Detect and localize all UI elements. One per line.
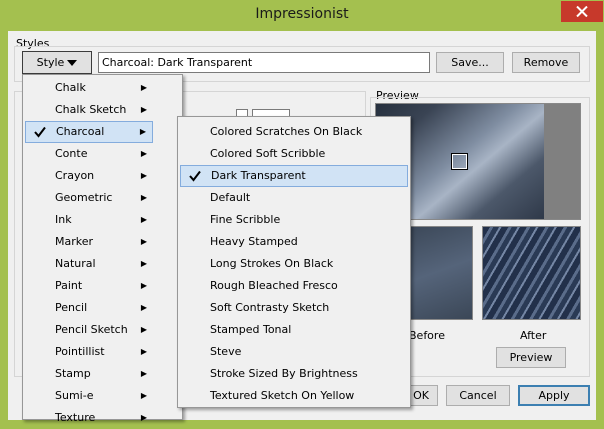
impressionist-window: Impressionist Styles Style Charcoal: Dar… — [0, 0, 604, 424]
after-label: After — [520, 329, 547, 342]
menu-item-paint[interactable]: Paint ▶ — [25, 275, 153, 297]
submenu-item-stamped-tonal[interactable]: Stamped Tonal — [180, 319, 408, 341]
menu-item-chalk-sketch[interactable]: Chalk Sketch ▶ — [25, 99, 153, 121]
save-button[interactable]: Save... — [436, 52, 504, 73]
menu-item-label: Conte — [55, 147, 88, 160]
menu-item-label: Texture — [55, 411, 96, 424]
submenu-item-long-strokes-on-black[interactable]: Long Strokes On Black — [180, 253, 408, 275]
menu-item-charcoal[interactable]: Charcoal ▶ — [25, 121, 153, 143]
menu-item-label: Paint — [55, 279, 83, 292]
submenu-item-rough-bleached-fresco[interactable]: Rough Bleached Fresco — [180, 275, 408, 297]
close-icon — [576, 6, 588, 17]
menu-item-label: Steve — [210, 345, 242, 358]
submenu-arrow-icon: ▶ — [140, 391, 147, 400]
menu-item-label: Marker — [55, 235, 94, 248]
menu-item-natural[interactable]: Natural ▶ — [25, 253, 153, 275]
submenu-arrow-icon: ▶ — [140, 193, 147, 202]
menu-item-stamp[interactable]: Stamp ▶ — [25, 363, 153, 385]
submenu-item-fine-scribble[interactable]: Fine Scribble — [180, 209, 408, 231]
close-button[interactable] — [561, 1, 603, 22]
menu-item-pencil[interactable]: Pencil ▶ — [25, 297, 153, 319]
menu-item-ink[interactable]: Ink ▶ — [25, 209, 153, 231]
apply-button[interactable]: Apply — [518, 385, 590, 406]
menu-item-crayon[interactable]: Crayon ▶ — [25, 165, 153, 187]
submenu-arrow-icon: ▶ — [140, 149, 147, 158]
menu-item-label: Stamp — [55, 367, 91, 380]
submenu-arrow-icon: ▶ — [140, 215, 147, 224]
submenu-item-soft-contrasty-sketch[interactable]: Soft Contrasty Sketch — [180, 297, 408, 319]
menu-item-label: Heavy Stamped — [210, 235, 298, 248]
submenu-arrow-icon: ▶ — [140, 281, 147, 290]
menu-item-label: Colored Scratches On Black — [210, 125, 363, 138]
menu-item-label: Dark Transparent — [211, 169, 306, 182]
menu-item-conte[interactable]: Conte ▶ — [25, 143, 153, 165]
menu-item-geometric[interactable]: Geometric ▶ — [25, 187, 153, 209]
submenu-item-steve[interactable]: Steve — [180, 341, 408, 363]
style-button-label: Style — [36, 56, 65, 69]
menu-item-label: Colored Soft Scribble — [210, 147, 326, 160]
remove-button[interactable]: Remove — [512, 52, 580, 73]
menu-item-chalk[interactable]: Chalk ▶ — [25, 77, 153, 99]
submenu-item-colored-soft-scribble[interactable]: Colored Soft Scribble — [180, 143, 408, 165]
submenu-item-dark-transparent[interactable]: Dark Transparent — [180, 165, 408, 187]
cancel-button[interactable]: Cancel — [446, 385, 510, 406]
menu-item-sumi-e[interactable]: Sumi-e ▶ — [25, 385, 153, 407]
submenu-arrow-icon: ▶ — [140, 105, 147, 114]
submenu-arrow-icon: ▶ — [140, 237, 147, 246]
menu-item-label: Pencil — [55, 301, 88, 314]
dropdown-arrow-icon — [67, 60, 78, 66]
menu-item-label: Textured Sketch On Yellow — [210, 389, 355, 402]
menu-item-label: Crayon — [55, 169, 95, 182]
menu-item-label: Pointillist — [55, 345, 105, 358]
menu-item-label: Pencil Sketch — [55, 323, 128, 336]
submenu-item-textured-sketch-on-yellow[interactable]: Textured Sketch On Yellow — [180, 385, 408, 407]
menu-item-pointillist[interactable]: Pointillist ▶ — [25, 341, 153, 363]
menu-item-label: Sumi-e — [55, 389, 94, 402]
checkmark-icon — [189, 170, 201, 182]
menu-item-label: Chalk Sketch — [55, 103, 127, 116]
menu-item-pencil-sketch[interactable]: Pencil Sketch ▶ — [25, 319, 153, 341]
checkmark-icon — [34, 126, 46, 138]
menu-item-label: Fine Scribble — [210, 213, 281, 226]
menu-item-label: Soft Contrasty Sketch — [210, 301, 330, 314]
preview-after-image — [482, 226, 581, 320]
submenu-arrow-icon: ▶ — [140, 303, 147, 312]
menu-item-marker[interactable]: Marker ▶ — [25, 231, 153, 253]
style-dropdown-button[interactable]: Style — [22, 51, 92, 74]
current-style-field[interactable]: Charcoal: Dark Transparent — [98, 52, 430, 73]
menu-item-label: Rough Bleached Fresco — [210, 279, 338, 292]
menu-item-texture[interactable]: Texture ▶ — [25, 407, 153, 429]
preview-position-marker[interactable] — [451, 153, 468, 170]
preview-gray-stripe — [544, 104, 580, 219]
menu-item-label: Charcoal — [56, 125, 105, 138]
menu-item-label: Default — [210, 191, 251, 204]
menu-item-label: Stamped Tonal — [210, 323, 292, 336]
menu-item-label: Geometric — [55, 191, 113, 204]
title-bar[interactable]: Impressionist — [0, 0, 604, 31]
menu-item-label: Stroke Sized By Brightness — [210, 367, 358, 380]
menu-item-label: Ink — [55, 213, 72, 226]
preview-button[interactable]: Preview — [496, 347, 566, 368]
submenu-arrow-icon: ▶ — [140, 171, 147, 180]
submenu-item-default[interactable]: Default — [180, 187, 408, 209]
menu-item-label: Chalk — [55, 81, 86, 94]
submenu-arrow-icon: ▶ — [140, 259, 147, 268]
menu-item-label: Natural — [55, 257, 96, 270]
submenu-arrow-icon: ▶ — [140, 413, 147, 422]
submenu-arrow-icon: ▶ — [140, 347, 147, 356]
menu-item-label: Long Strokes On Black — [210, 257, 334, 270]
submenu-arrow-icon: ▶ — [140, 83, 147, 92]
style-menu: Chalk ▶ Chalk Sketch ▶ Charcoal ▶ Conte ▶ Cr… — [22, 74, 183, 424]
submenu-item-colored-scratches-on-black[interactable]: Colored Scratches On Black — [180, 121, 408, 143]
submenu-item-stroke-sized-by-brightness[interactable]: Stroke Sized By Brightness — [180, 363, 408, 385]
before-label: Before — [409, 329, 445, 342]
submenu-arrow-icon: ▶ — [140, 325, 147, 334]
window-title: Impressionist — [255, 6, 349, 22]
submenu-item-heavy-stamped[interactable]: Heavy Stamped — [180, 231, 408, 253]
submenu-arrow-icon: ▶ — [140, 369, 147, 378]
charcoal-submenu: Colored Scratches On Black Colored Soft … — [177, 116, 411, 408]
submenu-arrow-icon: ▶ — [139, 127, 146, 136]
